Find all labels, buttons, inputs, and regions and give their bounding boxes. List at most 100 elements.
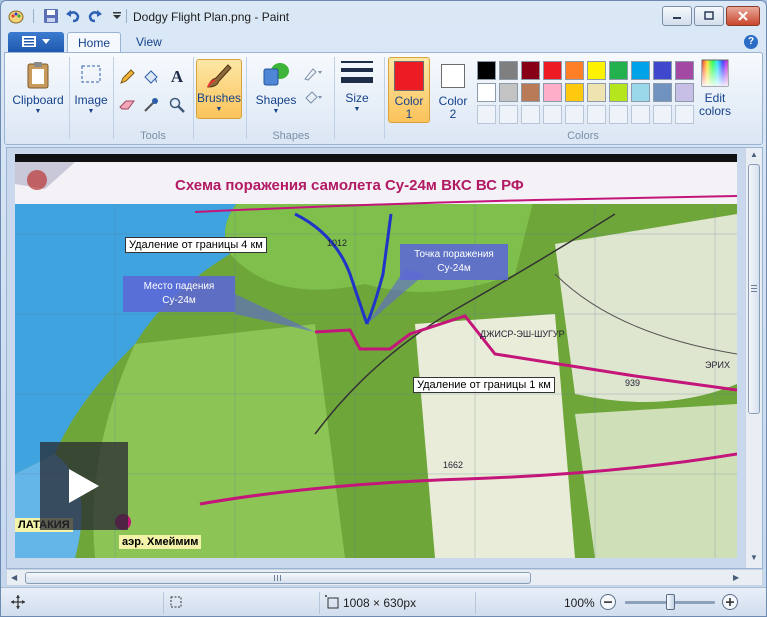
scroll-right-icon[interactable]: ▶ — [733, 573, 739, 582]
pencil-icon[interactable] — [117, 67, 137, 87]
custom-color-slot[interactable] — [587, 105, 606, 124]
vertical-scrollbar[interactable]: ▲ ▼ — [745, 148, 762, 568]
brushes-button[interactable]: Brushes ▼ — [196, 59, 242, 119]
palette-swatch[interactable] — [565, 83, 584, 102]
custom-color-slot[interactable] — [609, 105, 628, 124]
eraser-icon[interactable] — [117, 95, 137, 115]
elevation-1662-label: 1662 — [443, 460, 463, 470]
custom-color-slot[interactable] — [565, 105, 584, 124]
zoom-slider[interactable] — [625, 594, 715, 610]
close-button[interactable] — [726, 6, 760, 26]
horizontal-scrollbar[interactable]: ◀ ▶ — [6, 569, 763, 586]
palette-swatch[interactable] — [543, 83, 562, 102]
palette-swatch[interactable] — [631, 61, 650, 80]
shapes-group: Shapes ▼ Shapes — [249, 55, 333, 143]
zoom-slider-thumb[interactable] — [666, 594, 675, 610]
palette-swatch[interactable] — [609, 61, 628, 80]
color1-button[interactable]: Color 1 — [388, 57, 430, 123]
custom-color-slot[interactable] — [499, 105, 518, 124]
clipboard-group: Clipboard ▼ — [9, 55, 67, 143]
canvas-image[interactable]: Схема поражения самолета Су-24м ВКС ВС Р… — [15, 154, 737, 558]
clipboard-button[interactable]: Clipboard ▼ — [12, 61, 64, 115]
scroll-down-icon[interactable]: ▼ — [750, 553, 758, 562]
scroll-up-icon[interactable]: ▲ — [750, 150, 758, 159]
video-play-button[interactable] — [40, 442, 128, 530]
palette-swatch[interactable] — [565, 61, 584, 80]
image-size-icon — [325, 595, 339, 612]
palette-swatch[interactable] — [587, 61, 606, 80]
paint-app-icon[interactable] — [7, 7, 25, 25]
custom-color-slot[interactable] — [543, 105, 562, 124]
custom-color-slot[interactable] — [521, 105, 540, 124]
palette-swatch[interactable] — [477, 61, 496, 80]
crash-site-callout: Место падения Су-24м — [123, 276, 235, 312]
custom-color-slot[interactable] — [477, 105, 496, 124]
dropdown-arrow-icon: ▼ — [272, 108, 280, 115]
shapes-icon — [263, 63, 289, 86]
image-button[interactable]: Image ▼ — [71, 61, 111, 115]
custom-color-slot[interactable] — [653, 105, 672, 124]
grip-icon — [274, 575, 281, 581]
shapes-button[interactable]: Shapes ▼ — [251, 61, 301, 115]
palette-swatch[interactable] — [477, 83, 496, 102]
play-icon — [69, 469, 99, 503]
redo-icon[interactable] — [86, 7, 104, 25]
elevation-1012-label: 1012 — [327, 238, 347, 248]
color-picker-icon[interactable] — [141, 95, 161, 115]
palette-swatch[interactable] — [499, 61, 518, 80]
palette-swatch[interactable] — [587, 83, 606, 102]
tab-home[interactable]: Home — [67, 32, 122, 53]
color2-swatch — [441, 64, 465, 88]
vertical-scroll-thumb[interactable] — [748, 164, 760, 414]
palette-swatch[interactable] — [653, 61, 672, 80]
palette-swatch[interactable] — [521, 61, 540, 80]
palette-swatch[interactable] — [653, 83, 672, 102]
maximize-button[interactable] — [694, 6, 724, 26]
dropdown-arrow-icon: ▼ — [87, 108, 95, 115]
dropdown-arrow-icon: ▼ — [34, 108, 42, 115]
palette-swatch[interactable] — [675, 61, 694, 80]
palette-swatch[interactable] — [543, 61, 562, 80]
undo-icon[interactable] — [64, 7, 82, 25]
border-1km-label: Удаление от границы 1 км — [413, 377, 555, 393]
zoom-in-icon — [722, 594, 738, 610]
ribbon-divider — [334, 57, 335, 139]
selection-size-icon — [169, 595, 183, 612]
text-icon[interactable]: A — [167, 67, 187, 87]
magnifier-icon[interactable] — [167, 95, 187, 115]
zoom-out-button[interactable] — [599, 593, 617, 614]
minimize-button[interactable] — [662, 6, 692, 26]
paint-menu-button[interactable] — [8, 32, 64, 52]
palette-swatch[interactable] — [675, 83, 694, 102]
custom-color-slot[interactable] — [631, 105, 650, 124]
fill-icon[interactable] — [303, 87, 323, 107]
palette-swatch[interactable] — [521, 83, 540, 102]
size-button[interactable]: Size ▼ — [337, 59, 377, 113]
color2-button[interactable]: Color 2 — [433, 57, 473, 120]
zoom-out-icon — [600, 594, 616, 610]
scroll-left-icon[interactable]: ◀ — [11, 573, 17, 582]
brush-icon — [207, 64, 232, 88]
ribbon-divider — [384, 57, 385, 139]
status-divider — [475, 592, 476, 614]
menu-icon — [22, 36, 36, 47]
edit-colors-button[interactable]: Edit colors — [695, 59, 735, 117]
custom-color-slot[interactable] — [675, 105, 694, 124]
fill-bucket-icon[interactable] — [141, 67, 161, 87]
palette-swatch[interactable] — [499, 83, 518, 102]
zoom-level: 100% — [564, 596, 595, 610]
canvas-area: Схема поражения самолета Су-24м ВКС ВС Р… — [6, 147, 763, 569]
status-divider — [163, 592, 164, 614]
ribbon: Clipboard ▼ Image ▼ A Tools Brushes ▼ Sh… — [4, 52, 763, 145]
save-icon[interactable] — [42, 7, 60, 25]
customize-toolbar-icon[interactable] — [108, 7, 126, 25]
zoom-in-button[interactable] — [721, 593, 739, 614]
horizontal-scroll-thumb[interactable] — [25, 572, 531, 584]
outline-icon[interactable] — [303, 63, 323, 83]
tab-view[interactable]: View — [126, 32, 172, 53]
palette-swatch[interactable] — [609, 83, 628, 102]
help-icon[interactable]: ? — [744, 35, 758, 49]
palette-swatch[interactable] — [631, 83, 650, 102]
tools-group: A Tools — [115, 55, 191, 143]
ribbon-divider — [193, 57, 194, 139]
